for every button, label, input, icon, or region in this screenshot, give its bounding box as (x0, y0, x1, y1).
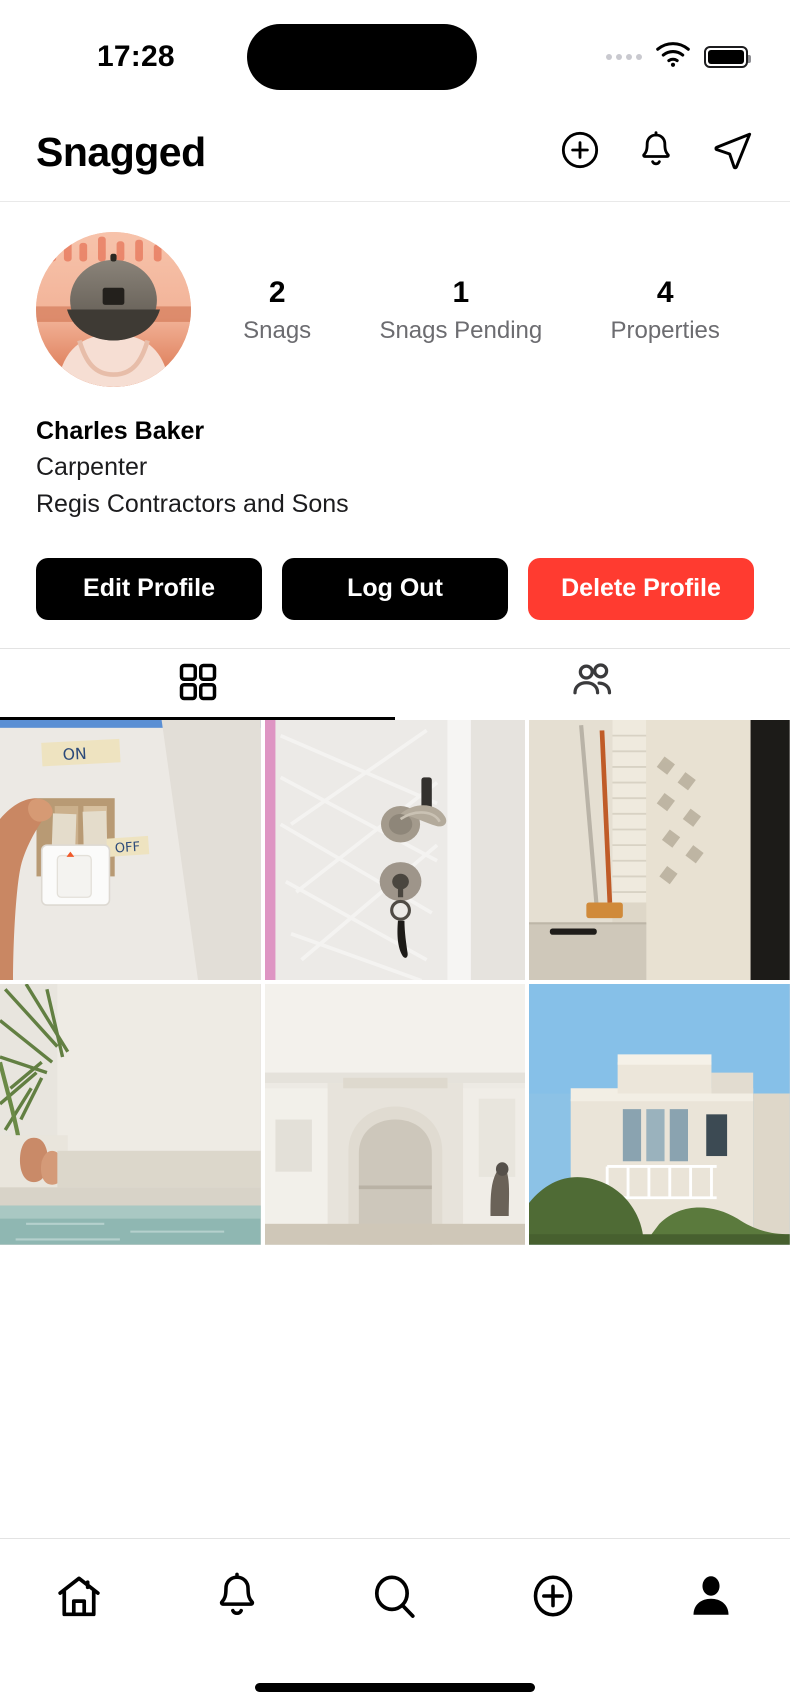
header-actions (560, 129, 754, 176)
tab-tagged[interactable] (395, 649, 790, 720)
stat-label: Snags Pending (379, 317, 543, 345)
profile-actions: Edit Profile Log Out Delete Profile (36, 557, 754, 648)
svg-text:OFF: OFF (114, 840, 140, 857)
profile-company: Regis Contractors and Sons (36, 489, 349, 518)
nav-search[interactable] (316, 1571, 474, 1628)
profile-tabs (0, 647, 790, 720)
search-icon (369, 1571, 421, 1628)
nav-create[interactable] (474, 1571, 632, 1626)
page-title: Snagged (36, 129, 206, 175)
stat-label: Snags (243, 317, 312, 345)
signal-dots-icon (606, 54, 642, 60)
bell-icon (212, 1571, 262, 1626)
battery-icon (704, 46, 751, 68)
gallery-item[interactable] (529, 984, 790, 1246)
profile-header-row: 2 Snags 1 Snags Pending 4 Properties (36, 232, 754, 387)
tab-grid[interactable] (0, 649, 395, 720)
svg-text:ON: ON (62, 744, 87, 764)
status-bar: 17:28 (0, 0, 790, 104)
nav-notifications[interactable] (158, 1571, 316, 1626)
home-icon (53, 1571, 105, 1628)
add-circle-icon[interactable] (560, 130, 600, 175)
avatar[interactable] (36, 232, 191, 387)
app-screen: 17:28 Snagged 2 Snags 1 Snags Pending 4 … (0, 0, 790, 1708)
photo-grid: ON LIGHTS FAN OFF (0, 719, 790, 1246)
home-indicator (255, 1683, 535, 1692)
app-header: Snagged (0, 104, 790, 202)
delete-profile-button[interactable]: Delete Profile (528, 557, 754, 620)
gallery-item[interactable] (264, 719, 526, 981)
stat-label: Properties (610, 317, 720, 345)
add-circle-icon (528, 1571, 578, 1626)
profile-section: 2 Snags 1 Snags Pending 4 Properties Cha… (0, 202, 790, 648)
person-icon (686, 1571, 736, 1626)
profile-bio: Charles Baker Carpenter Regis Contractor… (36, 413, 754, 522)
stat-snags-pending[interactable]: 1 Snags Pending (379, 274, 542, 346)
dynamic-island (247, 24, 477, 90)
stat-value: 1 (452, 275, 470, 309)
send-icon[interactable] (712, 129, 754, 176)
people-icon (570, 659, 616, 710)
bell-icon[interactable] (636, 130, 676, 175)
profile-stats: 2 Snags 1 Snags Pending 4 Properties (191, 274, 754, 346)
gallery-item[interactable]: ON LIGHTS FAN OFF (0, 719, 261, 981)
nav-profile[interactable] (632, 1571, 790, 1626)
profile-name: Charles Baker (36, 417, 205, 445)
gallery-item[interactable] (264, 984, 526, 1246)
grid-icon (176, 660, 220, 709)
stat-properties[interactable]: 4 Properties (610, 274, 719, 346)
wifi-icon (656, 42, 690, 72)
nav-home[interactable] (0, 1571, 158, 1628)
status-bar-indicators (606, 42, 751, 72)
status-bar-time: 17:28 (97, 40, 175, 73)
stat-value: 4 (656, 275, 674, 309)
gallery-item[interactable] (0, 984, 261, 1246)
log-out-button[interactable]: Log Out (282, 557, 508, 620)
stat-value: 2 (268, 275, 286, 309)
stat-snags[interactable]: 2 Snags (243, 274, 311, 346)
edit-profile-button[interactable]: Edit Profile (36, 557, 262, 620)
profile-role: Carpenter (36, 453, 148, 482)
gallery-item[interactable] (529, 719, 790, 981)
